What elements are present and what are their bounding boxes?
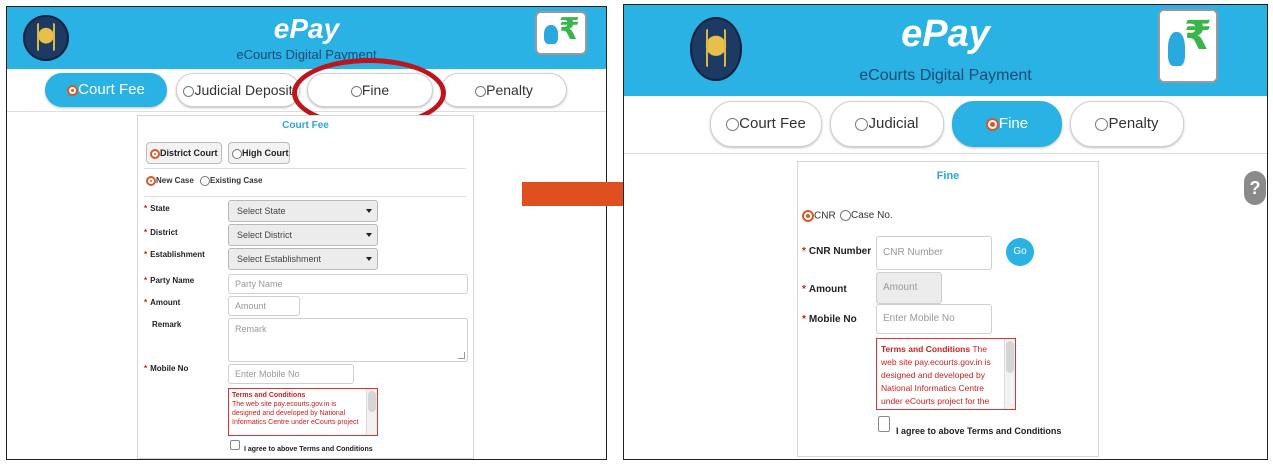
- establishment-label: * Establishment: [144, 250, 205, 259]
- tab-penalty[interactable]: Penalty: [1070, 101, 1184, 147]
- mobile-label: * Mobile No: [144, 364, 189, 373]
- terms-scrollbar[interactable]: [1004, 339, 1015, 409]
- left-screenshot-panel: ePay eCourts Digital Payment ₹ Court Fee…: [6, 6, 607, 460]
- cnr-option[interactable]: CNR: [802, 210, 836, 222]
- terms-heading: Terms and Conditions: [881, 344, 971, 354]
- agree-label: I agree to above Terms and Conditions: [244, 446, 373, 453]
- new-case-option[interactable]: New Case: [146, 176, 194, 186]
- district-court-option[interactable]: District Court: [146, 142, 222, 164]
- radio-icon: [726, 117, 740, 131]
- help-icon[interactable]: ?: [1244, 171, 1266, 205]
- terms-box[interactable]: Terms and Conditions The web site pay.ec…: [876, 338, 1016, 410]
- terms-text: The web site pay.ecourts.gov.in is desig…: [232, 401, 359, 426]
- go-button[interactable]: Go: [1006, 238, 1034, 266]
- district-label: * District: [144, 228, 178, 237]
- fine-form: Fine CNR Case No. * CNR Number CNR Number…: [797, 161, 1099, 457]
- existing-case-option[interactable]: Existing Case: [200, 176, 262, 186]
- agree-label: I agree to above Terms and Conditions: [896, 426, 1062, 436]
- agree-checkbox[interactable]: [230, 440, 240, 450]
- establishment-select[interactable]: Select Establishment: [228, 248, 378, 270]
- amount-label: * Amount: [144, 298, 181, 307]
- terms-scrollbar[interactable]: [366, 389, 377, 435]
- party-name-label: * Party Name: [144, 276, 195, 285]
- mobile-label: * Mobile No: [802, 314, 857, 325]
- radio-icon: [840, 210, 851, 221]
- chevron-down-icon: [366, 257, 372, 261]
- tab-judicial-deposit[interactable]: Judicial Deposit: [176, 73, 300, 107]
- cnr-number-label: * CNR Number: [802, 246, 872, 257]
- right-screenshot-panel: ePay eCourts Digital Payment ₹ Court Fee…: [623, 4, 1268, 460]
- tab-court-fee[interactable]: Court Fee: [710, 101, 822, 147]
- district-select[interactable]: Select District: [228, 224, 378, 246]
- case-no-option[interactable]: Case No.: [840, 210, 893, 221]
- radio-icon: [150, 148, 160, 159]
- tab-penalty[interactable]: Penalty: [441, 73, 567, 107]
- header-bar: ePay eCourts Digital Payment ₹: [7, 7, 606, 69]
- radio-icon: [232, 148, 242, 159]
- state-select[interactable]: Select State: [228, 200, 378, 222]
- header-bar: ePay eCourts Digital Payment ₹: [624, 5, 1267, 96]
- form-title: Fine: [936, 170, 960, 182]
- radio-icon: [475, 85, 487, 97]
- form-divider: [144, 168, 466, 169]
- tab-judicial-deposit[interactable]: Judicial Deposit: [830, 101, 944, 176]
- high-court-option[interactable]: High Court: [228, 142, 290, 164]
- chevron-down-icon: [366, 233, 372, 237]
- radio-icon: [200, 176, 210, 186]
- remark-label: Remark: [152, 320, 182, 329]
- radio-icon: [855, 117, 869, 131]
- rupee-touch-icon: ₹: [535, 11, 587, 55]
- amount-label: * Amount: [802, 284, 847, 295]
- mobile-input[interactable]: Enter Mobile No: [228, 364, 354, 384]
- radio-icon: [985, 117, 999, 131]
- agree-checkbox[interactable]: [878, 416, 890, 432]
- amount-input[interactable]: Amount: [228, 296, 300, 316]
- resize-handle-icon[interactable]: [458, 352, 465, 359]
- terms-box[interactable]: Terms and Conditions The web site pay.ec…: [228, 388, 378, 436]
- remark-textarea[interactable]: Remark: [228, 318, 468, 362]
- radio-icon: [183, 85, 195, 97]
- rupee-touch-icon: ₹: [1158, 9, 1218, 83]
- state-label: * State: [144, 204, 170, 213]
- tab-court-fee[interactable]: Court Fee: [45, 73, 167, 107]
- radio-icon: [146, 176, 156, 186]
- party-name-input[interactable]: Party Name: [228, 274, 468, 294]
- app-title: ePay: [273, 13, 340, 44]
- app-subtitle: eCourts Digital Payment: [236, 47, 377, 62]
- mobile-input[interactable]: Enter Mobile No: [876, 304, 992, 334]
- chevron-down-icon: [366, 209, 372, 213]
- court-fee-form: Court Fee District Court High Court New …: [137, 115, 474, 459]
- form-title: Court Fee: [282, 120, 329, 131]
- cnr-number-input[interactable]: CNR Number: [876, 236, 992, 270]
- tab-divider: [624, 153, 1267, 154]
- radio-icon: [67, 84, 79, 96]
- form-divider: [144, 196, 466, 197]
- radio-icon: [802, 210, 814, 222]
- tab-fine[interactable]: Fine: [952, 101, 1062, 147]
- radio-icon: [1095, 117, 1109, 131]
- terms-heading: Terms and Conditions: [232, 392, 306, 399]
- amount-input: Amount: [876, 272, 942, 304]
